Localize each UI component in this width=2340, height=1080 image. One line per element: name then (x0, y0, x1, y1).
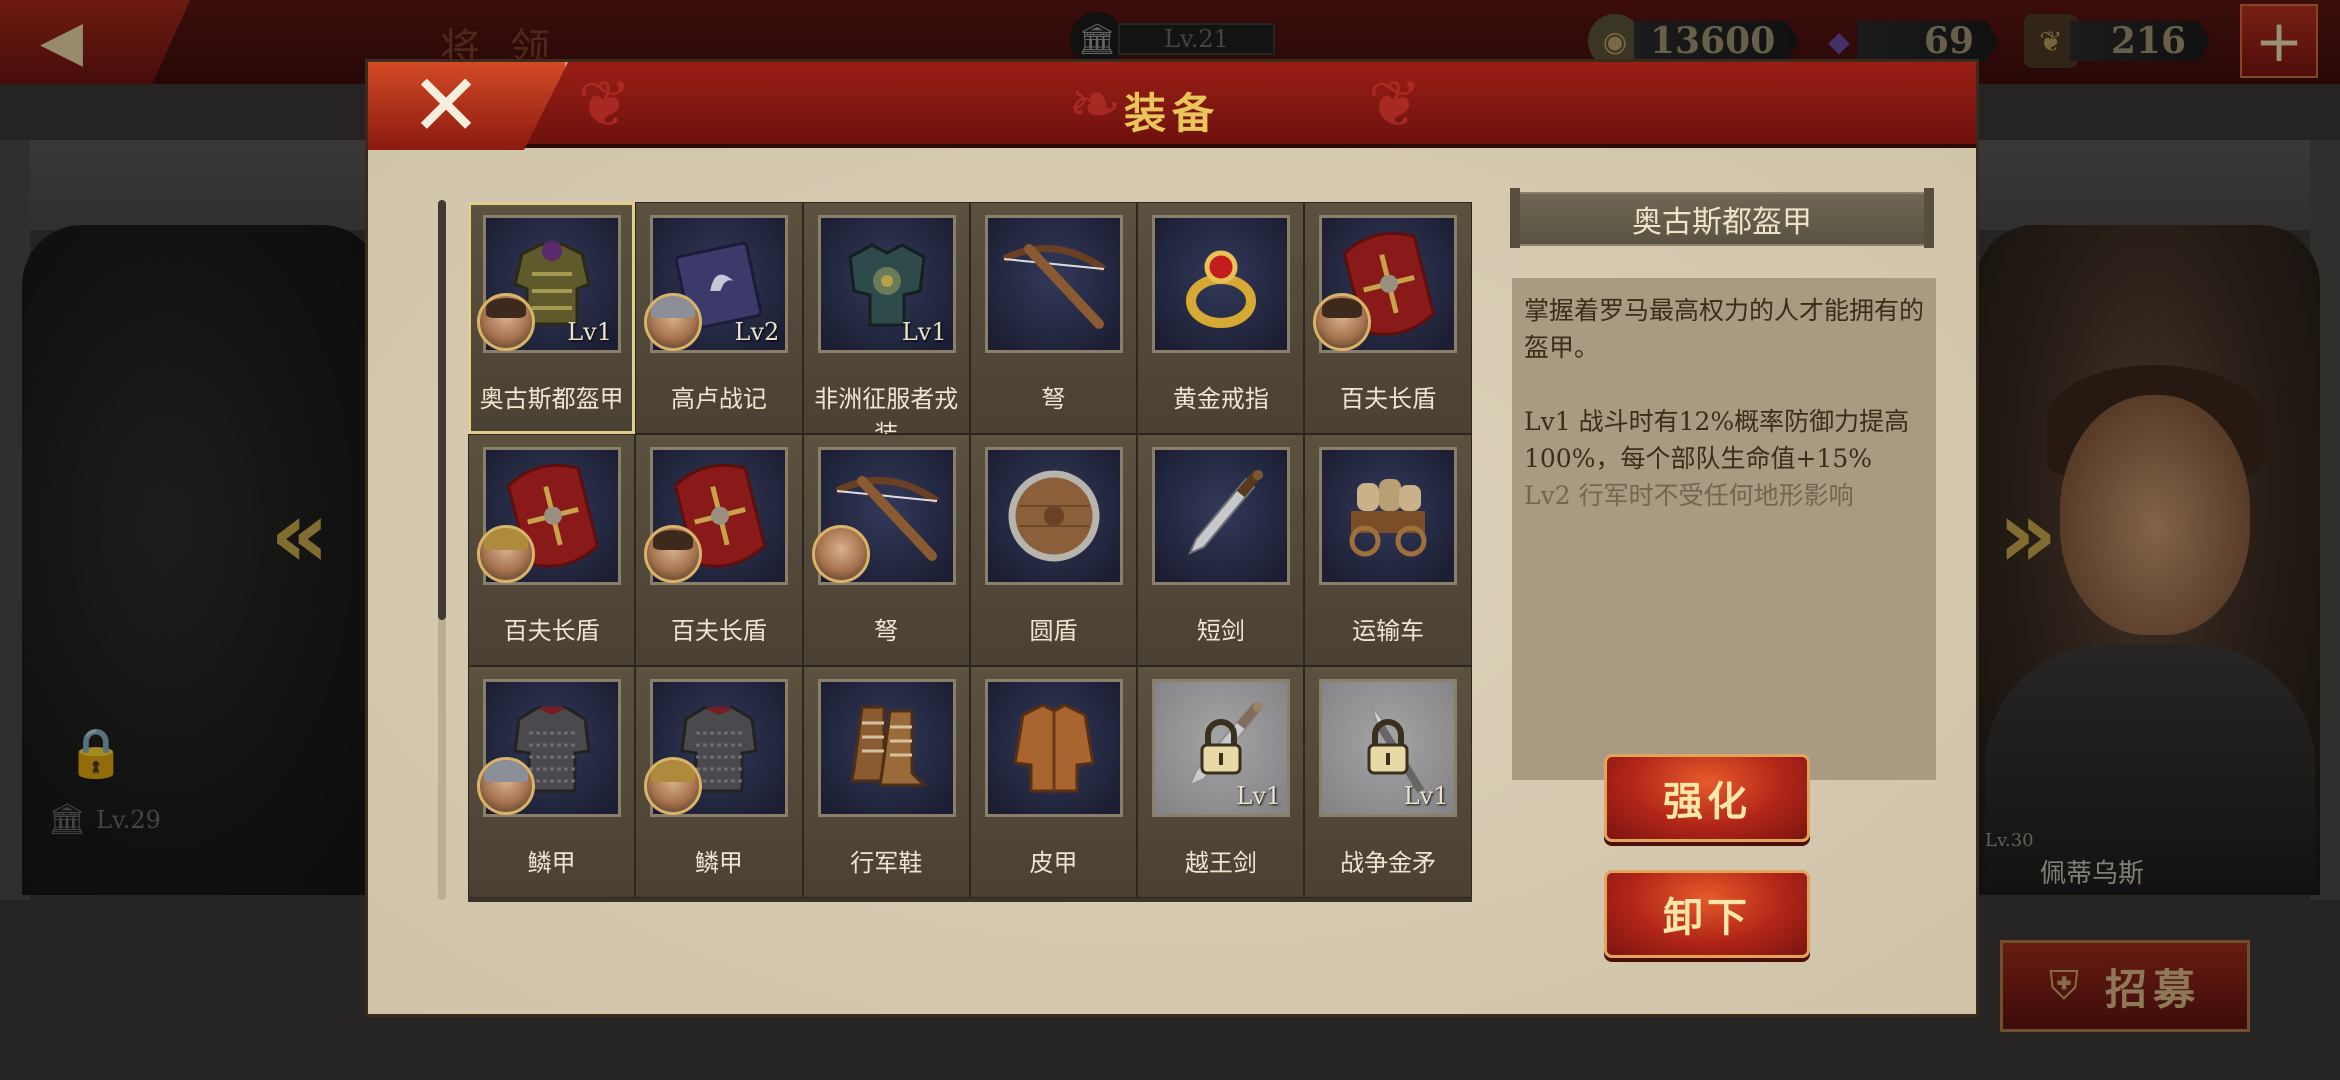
equipment-slot-frame (984, 679, 1123, 817)
equipment-slot-frame (817, 679, 956, 817)
equipment-grid: Lv1奥古斯都盔甲Lv2高卢战记Lv1非洲征服者戎装弩黄金戒指百夫长盾百夫长盾百… (468, 202, 1472, 902)
item-name: 鳞甲 (527, 849, 576, 877)
item-description-intro: 掌握着罗马最高权力的人才能拥有的盔甲。 (1524, 296, 1925, 362)
equipment-slot[interactable]: Lv1非洲征服者戎装 (802, 202, 970, 448)
item-effect-lv1: Lv1 战斗时有12%概率防御力提高100%，每个部队生命值+15% (1524, 407, 1910, 473)
equipment-slot[interactable]: 皮甲 (969, 666, 1138, 898)
item-name: 战争金矛 (1340, 849, 1437, 877)
equipment-slot[interactable]: Lv1 奥古斯都盔甲 (468, 202, 636, 434)
equipment-slot[interactable]: 弩 (969, 202, 1138, 434)
scrollbar-thumb[interactable] (438, 200, 446, 620)
equipment-slot[interactable]: 百夫长盾 (635, 434, 803, 666)
equipment-modal: ❦ ❧ ❦ 装备 ✕ Lv1奥古斯都盔甲Lv2高卢战记Lv1非洲征服者戎装弩黄金… (368, 62, 1976, 1014)
item-level-badge: Lv1 (567, 318, 612, 346)
item-level-badge: Lv1 (1403, 782, 1449, 810)
sword-icon (1155, 450, 1287, 582)
equipment-slot[interactable]: 行军鞋 (802, 666, 970, 898)
strengthen-button[interactable]: 强化 (1604, 754, 1810, 842)
scrollbar[interactable] (438, 200, 446, 900)
equipment-slot-frame: Lv1 (1319, 679, 1458, 817)
round-shield-icon (988, 450, 1120, 582)
equipment-slot-frame: Lv1 (817, 215, 956, 353)
modal-title: 装备 (1123, 89, 1220, 138)
item-detail-title: 奥古斯都盔甲 (1510, 188, 1934, 248)
item-name: 奥古斯都盔甲 (479, 385, 624, 413)
equipped-by-avatar (477, 757, 535, 815)
equipment-slot-frame (984, 447, 1123, 585)
equipped-by-avatar (811, 525, 870, 583)
equipment-slot[interactable]: 运输车 (1304, 434, 1472, 666)
equipment-slot[interactable]: 百夫长盾 (468, 434, 636, 666)
item-name: 百夫长盾 (1340, 385, 1437, 413)
ring-icon (1155, 218, 1287, 350)
equipped-by-avatar (644, 293, 703, 351)
item-name: 百夫长盾 (503, 617, 600, 645)
equipment-slot[interactable]: 弩 (802, 434, 970, 666)
item-name: 弩 (1041, 385, 1066, 413)
cart-icon (1322, 450, 1454, 582)
equipment-slot[interactable]: 鳞甲 (635, 666, 803, 898)
equipment-slot[interactable]: Lv1 战争金矛 (1304, 666, 1472, 898)
item-name: 行军鞋 (850, 849, 923, 877)
equipment-slot[interactable]: Lv2 高卢战记 (635, 202, 803, 434)
item-name: 高卢战记 (670, 385, 767, 413)
equipment-slot-frame (1152, 215, 1291, 353)
item-name: 越王剑 (1184, 849, 1257, 877)
item-level-badge: Lv1 (901, 318, 947, 346)
unequip-button[interactable]: 卸下 (1604, 870, 1810, 958)
crossbow-icon (988, 218, 1120, 350)
item-name: 黄金戒指 (1172, 385, 1269, 413)
equipment-slot[interactable]: 短剑 (1137, 434, 1305, 666)
equipment-slot[interactable]: 圆盾 (969, 434, 1138, 666)
equipped-by-avatar (644, 525, 703, 583)
item-name: 运输车 (1352, 617, 1425, 645)
equipped-by-avatar (644, 757, 703, 815)
equipment-slot[interactable]: 黄金戒指 (1137, 202, 1305, 434)
item-name: 短剑 (1196, 617, 1245, 645)
equipped-by-avatar (477, 293, 535, 351)
equipment-slot[interactable]: 百夫长盾 (1304, 202, 1472, 434)
equipment-slot[interactable]: 鳞甲 (468, 666, 636, 898)
equipped-by-avatar (477, 525, 535, 583)
leather-armor-icon (988, 682, 1120, 814)
item-description: 掌握着罗马最高权力的人才能拥有的盔甲。 Lv1 战斗时有12%概率防御力提高10… (1512, 278, 1936, 780)
item-name: 百夫长盾 (670, 617, 767, 645)
item-name: 皮甲 (1029, 849, 1078, 877)
item-name: 鳞甲 (694, 849, 743, 877)
close-icon: ✕ (410, 56, 483, 156)
item-name: 弩 (874, 617, 899, 645)
item-level-badge: Lv2 (734, 318, 780, 346)
item-level-badge: Lv1 (1236, 782, 1282, 810)
equipment-slot-frame (984, 215, 1123, 353)
item-effect-lv2: Lv2 行军时不受任何地形影响 (1524, 481, 1854, 510)
equipment-slot[interactable]: Lv1 越王剑 (1137, 666, 1305, 898)
equipment-slot-frame: Lv1 (1152, 679, 1291, 817)
equipment-slot-frame (1152, 447, 1291, 585)
item-name: 圆盾 (1029, 617, 1078, 645)
boots-icon (821, 682, 953, 814)
modal-header: ❦ ❧ ❦ 装备 ✕ (368, 56, 1976, 156)
equipment-slot-frame (1319, 447, 1458, 585)
